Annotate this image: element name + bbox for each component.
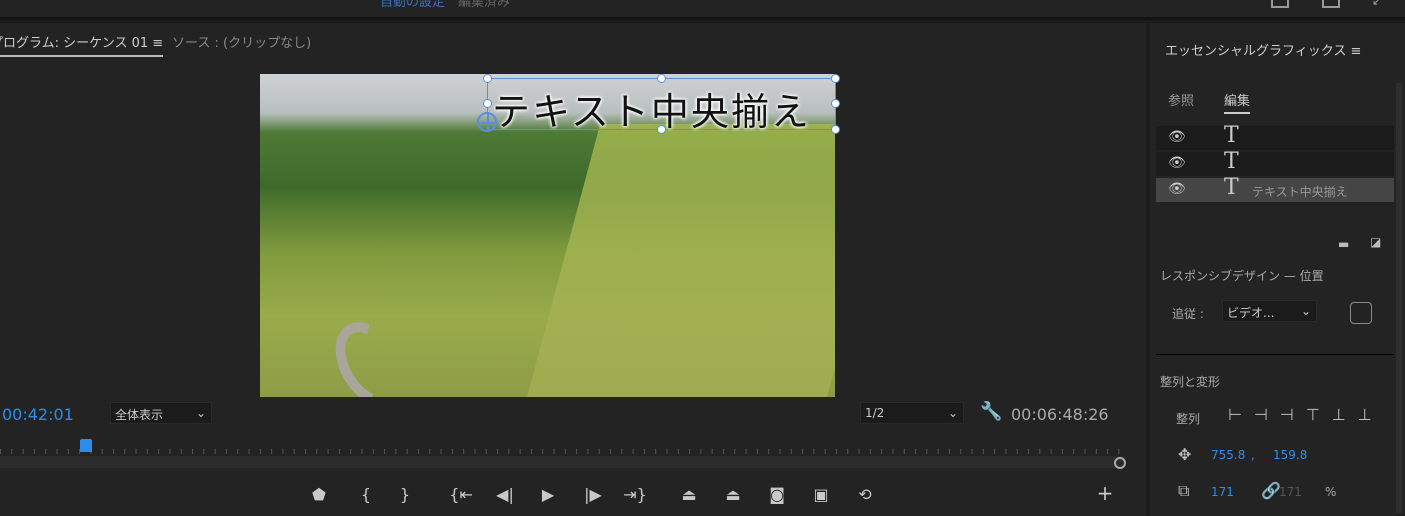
resize-handle[interactable]	[831, 99, 840, 108]
tab-browse[interactable]: 参照	[1168, 90, 1194, 109]
grass-slope	[519, 124, 835, 397]
mark-out-icon[interactable]: }	[392, 485, 418, 504]
eye-icon[interactable]: 👁	[1168, 155, 1186, 171]
extract-icon[interactable]: ⏏	[720, 485, 746, 504]
zoom-select[interactable]: 全体表示 ⌄	[110, 402, 212, 424]
mark-in-icon[interactable]: {	[353, 485, 379, 504]
step-back-icon[interactable]: ◀|	[492, 485, 518, 504]
follow-value: ビデオ...	[1227, 306, 1275, 320]
title-bar: 自動の設定 編集済み ↙	[0, 0, 1405, 20]
pin-to-edges-icon[interactable]	[1350, 302, 1372, 324]
eye-icon[interactable]: 👁	[1168, 129, 1186, 145]
eye-icon[interactable]: 👁	[1168, 181, 1186, 197]
scale-value[interactable]: 171	[1211, 485, 1234, 499]
resize-handle[interactable]	[657, 74, 666, 83]
scale-height: 171	[1279, 485, 1302, 499]
scale-icon: ⧉	[1178, 481, 1190, 500]
position-y[interactable]: 159.8	[1273, 448, 1307, 462]
scrub-bar[interactable]	[0, 456, 1125, 468]
play-icon[interactable]: ▶	[535, 485, 561, 504]
add-marker-icon[interactable]: ⬟	[306, 485, 332, 504]
resize-handle[interactable]	[483, 74, 492, 83]
panel-title-text: エッセンシャルグラフィックス	[1165, 44, 1347, 59]
duration-timecode: 00:06:48:26	[1011, 405, 1109, 424]
position-x[interactable]: 755.8	[1211, 448, 1245, 462]
new-layer-icon[interactable]: ◪	[1370, 235, 1381, 249]
program-monitor: プログラム: シーケンス 01 ≡ ソース : (クリップなし) テキスト中央揃…	[0, 23, 1146, 516]
maximize-icon[interactable]	[1322, 0, 1340, 8]
new-group-icon[interactable]: ▬	[1338, 237, 1349, 251]
percent-label: %	[1325, 485, 1337, 499]
workspace-title: 自動の設定	[380, 0, 446, 10]
resolution-value: 1/2	[865, 406, 885, 420]
layer-row-selected[interactable]: 👁 T テキスト中央揃え	[1156, 175, 1394, 202]
current-timecode[interactable]: 00:42:01	[2, 405, 74, 424]
resolution-select[interactable]: 1/2 ⌄	[860, 402, 964, 424]
resize-handle[interactable]	[831, 125, 840, 134]
collapse-icon[interactable]: ↙	[1372, 0, 1382, 8]
step-forward-icon[interactable]: |▶	[580, 485, 606, 504]
add-button-icon[interactable]: +	[1092, 481, 1118, 505]
align-section-title: 整列と変形	[1160, 375, 1221, 389]
anchor-point-icon[interactable]	[477, 112, 497, 132]
follow-label: 追従 :	[1172, 307, 1204, 321]
edit-status: 編集済み	[458, 0, 511, 10]
tab-program[interactable]: プログラム: シーケンス 01 ≡	[0, 32, 164, 57]
playhead[interactable]	[80, 439, 92, 452]
tab-source[interactable]: ソース : (クリップなし)	[172, 32, 311, 51]
text-layer-icon: T	[1224, 123, 1239, 148]
overlay-text[interactable]: テキスト中央揃え	[492, 81, 811, 136]
panel-title: エッセンシャルグラフィックス ≡	[1165, 44, 1362, 59]
scrub-end-handle[interactable]	[1114, 457, 1126, 469]
align-buttons-icon[interactable]: ⊢⊣⊣⊤⊥⊥	[1228, 405, 1384, 424]
align-label: 整列	[1176, 412, 1201, 426]
text-layer-icon: T	[1224, 149, 1239, 174]
comparison-view-icon[interactable]: ▣	[808, 485, 834, 504]
resize-handle[interactable]	[483, 99, 492, 108]
tab-edit[interactable]: 編集	[1224, 90, 1251, 114]
toggle-proxy-icon[interactable]: ⟲	[852, 485, 878, 504]
resize-handle[interactable]	[657, 125, 666, 134]
panel-scrollbar[interactable]	[1396, 83, 1402, 513]
camera-icon[interactable]: ◙	[764, 485, 790, 504]
dirt-path	[321, 310, 419, 397]
essential-graphics-panel: エッセンシャルグラフィックス ≡ 参照 編集 👁 T 👁 T 👁 T テキスト中央揃え …	[1150, 23, 1405, 516]
go-to-in-icon[interactable]: {⇤	[448, 485, 474, 504]
window-icon[interactable]	[1271, 0, 1289, 8]
layer-name: テキスト中央揃え	[1252, 185, 1348, 199]
tab-label: プログラム: シーケンス 01	[0, 36, 149, 51]
move-icon: ✥	[1178, 445, 1192, 464]
responsive-title: レスポンシブデザイン — 位置	[1160, 269, 1324, 283]
text-layer-icon: T	[1224, 175, 1239, 200]
divider	[1156, 354, 1394, 355]
text-bounding-box[interactable]: テキスト中央揃え	[483, 74, 840, 134]
lift-icon[interactable]: ⏏	[676, 485, 702, 504]
link-icon[interactable]: 🔗	[1261, 481, 1281, 500]
layer-row[interactable]: 👁 T	[1156, 149, 1394, 176]
zoom-value: 全体表示	[115, 408, 164, 422]
time-ruler[interactable]	[0, 441, 1125, 455]
layer-row[interactable]: 👁 T	[1156, 123, 1394, 150]
follow-select[interactable]: ビデオ... ⌄	[1222, 300, 1317, 322]
wrench-icon[interactable]: 🔧	[980, 401, 1002, 422]
go-to-out-icon[interactable]: ⇥}	[622, 485, 648, 504]
position-sep: ,	[1251, 448, 1255, 462]
resize-handle[interactable]	[831, 74, 840, 83]
